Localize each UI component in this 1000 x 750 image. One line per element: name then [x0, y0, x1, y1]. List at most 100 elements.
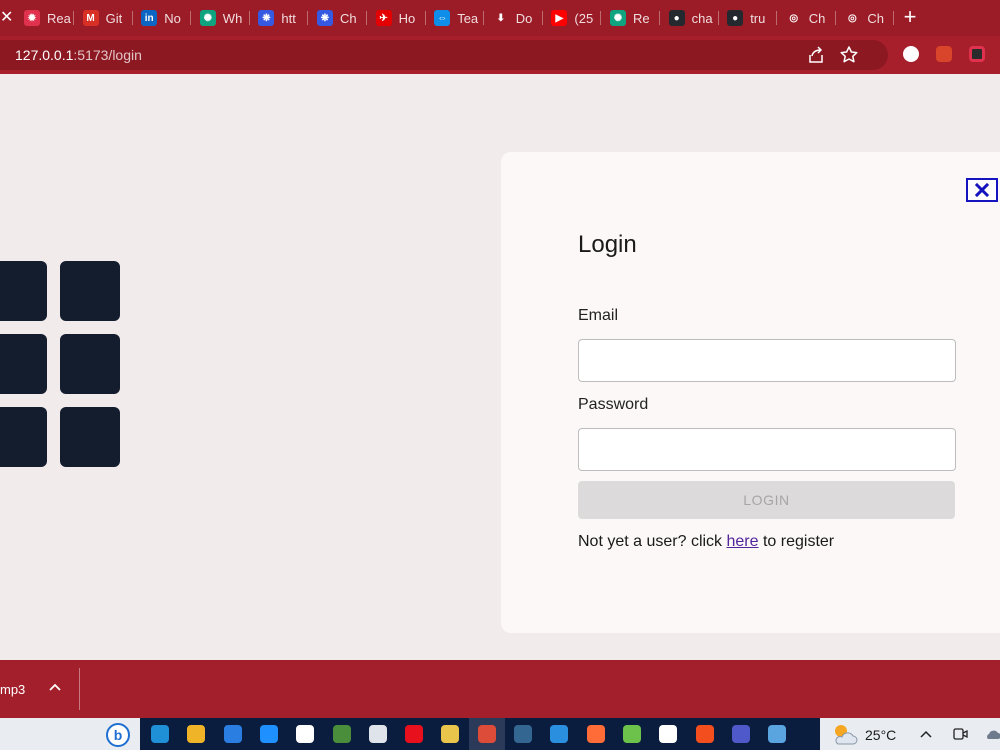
download-icon: ⬇ — [492, 10, 509, 26]
edge-icon[interactable] — [151, 725, 169, 743]
chatgpt-icon: ✺ — [199, 10, 216, 26]
mail-icon[interactable] — [223, 725, 242, 743]
browser-icon[interactable] — [259, 725, 278, 743]
browser-tab[interactable]: ❋ htt — [252, 4, 309, 32]
paw-icon: ❋ — [317, 10, 333, 26]
vscode-icon[interactable] — [550, 725, 569, 743]
slack-icon[interactable] — [441, 725, 460, 743]
linkedin-icon: in — [141, 10, 158, 26]
postman-icon[interactable] — [586, 725, 605, 743]
browser-tab[interactable]: ● cha — [663, 4, 719, 32]
tab-label: Ch — [867, 10, 885, 26]
tab-label: cha — [691, 10, 713, 26]
download-file-name[interactable]: mp3 — [0, 682, 25, 697]
git-icon[interactable] — [332, 725, 351, 743]
tab-label: Wh — [222, 10, 243, 26]
browser-tab[interactable]: ✹ Rea — [18, 4, 74, 32]
divider — [79, 668, 80, 710]
decorative-square — [0, 261, 47, 321]
meet-now-icon[interactable] — [952, 726, 968, 742]
globe-icon: ◎ — [785, 10, 802, 26]
github-icon: ● — [727, 10, 744, 26]
browser-tab[interactable]: ▶ (25 — [545, 4, 602, 32]
taskbar-apps — [140, 718, 820, 750]
teams-icon[interactable] — [731, 725, 750, 743]
windows-taskbar: b 25°C — [0, 718, 1000, 750]
chevron-up-icon[interactable] — [48, 680, 62, 694]
postgres-icon[interactable] — [514, 725, 532, 743]
gmail-icon: M — [82, 10, 99, 26]
login-card — [501, 152, 1000, 633]
paw-icon: ❋ — [258, 10, 275, 26]
tab-label: Rea — [47, 10, 71, 26]
tab-label: Git — [105, 10, 123, 26]
figma-icon[interactable] — [695, 725, 714, 743]
file-explorer-icon[interactable] — [187, 725, 206, 743]
decorative-square — [60, 407, 120, 467]
notepad-icon[interactable] — [296, 725, 315, 743]
browser-tab[interactable]: ● tru — [721, 4, 778, 32]
weather-temperature[interactable]: 25°C — [865, 727, 896, 743]
url-path: :5173/login — [73, 47, 142, 63]
browser-tab[interactable]: ❋ Ch — [311, 4, 367, 32]
browser-tab[interactable]: ✈ Ho — [370, 4, 426, 32]
browser-tab[interactable]: M Git — [77, 4, 133, 32]
browser-tab[interactable]: ◎ Ch — [780, 4, 836, 32]
register-prompt: Not yet a user? click here to register — [578, 533, 834, 551]
opera-icon[interactable] — [405, 725, 424, 743]
password-field[interactable] — [578, 428, 956, 471]
bookmark-star-icon[interactable] — [839, 45, 859, 65]
chevron-up-icon[interactable] — [918, 727, 934, 741]
teamviewer-icon: ⇔ — [434, 10, 451, 26]
react-icon: ✹ — [24, 10, 40, 26]
password-label: Password — [578, 396, 649, 413]
decorative-square — [60, 334, 120, 394]
node-icon[interactable] — [622, 725, 641, 743]
email-field[interactable] — [578, 339, 956, 382]
globe-icon: ◎ — [844, 10, 861, 26]
store-icon[interactable] — [368, 725, 387, 743]
tab-label: No — [164, 10, 181, 26]
register-suffix-text: to register — [758, 533, 835, 550]
extension-icon[interactable] — [936, 46, 952, 62]
decorative-square — [0, 407, 47, 467]
figma-extension-icon[interactable] — [969, 46, 985, 62]
tab-label: htt — [281, 10, 296, 26]
shield-icon[interactable] — [659, 725, 678, 743]
bing-icon[interactable]: b — [106, 723, 130, 747]
login-button[interactable]: LOGIN — [578, 481, 955, 519]
extension-icon[interactable] — [903, 46, 919, 62]
new-tab-button[interactable]: + — [899, 6, 921, 28]
youtube-icon: ▶ — [551, 10, 568, 26]
browser-tab-strip: ✕ ✹ Rea M Git in No ✺ Wh ❋ htt ❋ Ch ✈ Ho ⇔ Tea ⬇ Do ▶ (25 ✺ R… — [0, 0, 1000, 36]
cloud-icon[interactable] — [984, 727, 1000, 741]
decorative-square — [0, 334, 47, 394]
tab-label: (25 — [574, 10, 594, 26]
tab-label: tru — [750, 10, 766, 26]
chrome-icon[interactable] — [477, 725, 496, 743]
browser-tab[interactable]: ✺ Wh — [194, 4, 250, 32]
browser-tab[interactable]: ◎ Ch — [838, 4, 895, 32]
share-icon[interactable] — [806, 46, 826, 64]
download-shelf: mp3 — [0, 660, 1000, 718]
close-button[interactable] — [966, 178, 998, 202]
browser-tab[interactable]: in No — [135, 4, 192, 32]
browser-tab[interactable]: ⬇ Do — [487, 4, 543, 32]
weather-icon[interactable] — [830, 722, 858, 746]
email-label: Email — [578, 307, 619, 324]
github-icon: ● — [668, 10, 685, 26]
tab-close-icon[interactable]: ✕ — [0, 8, 13, 28]
tab-label: Re — [633, 10, 650, 26]
tab-label: Ch — [808, 10, 826, 26]
close-icon — [975, 183, 989, 197]
url-text[interactable]: 127.0.0.1:5173/login — [15, 47, 142, 63]
address-bar[interactable]: 127.0.0.1:5173/login — [0, 40, 888, 70]
browser-tab[interactable]: ✺ Re — [604, 4, 660, 32]
url-host: 127.0.0.1 — [15, 47, 74, 63]
tab-label: Ho — [398, 10, 416, 26]
browser-tab[interactable]: ⇔ Tea — [428, 4, 485, 32]
screen-icon[interactable] — [768, 725, 787, 743]
decorative-square — [60, 261, 120, 321]
browser-toolbar: 127.0.0.1:5173/login — [0, 36, 1000, 74]
register-link[interactable]: here — [727, 533, 759, 550]
